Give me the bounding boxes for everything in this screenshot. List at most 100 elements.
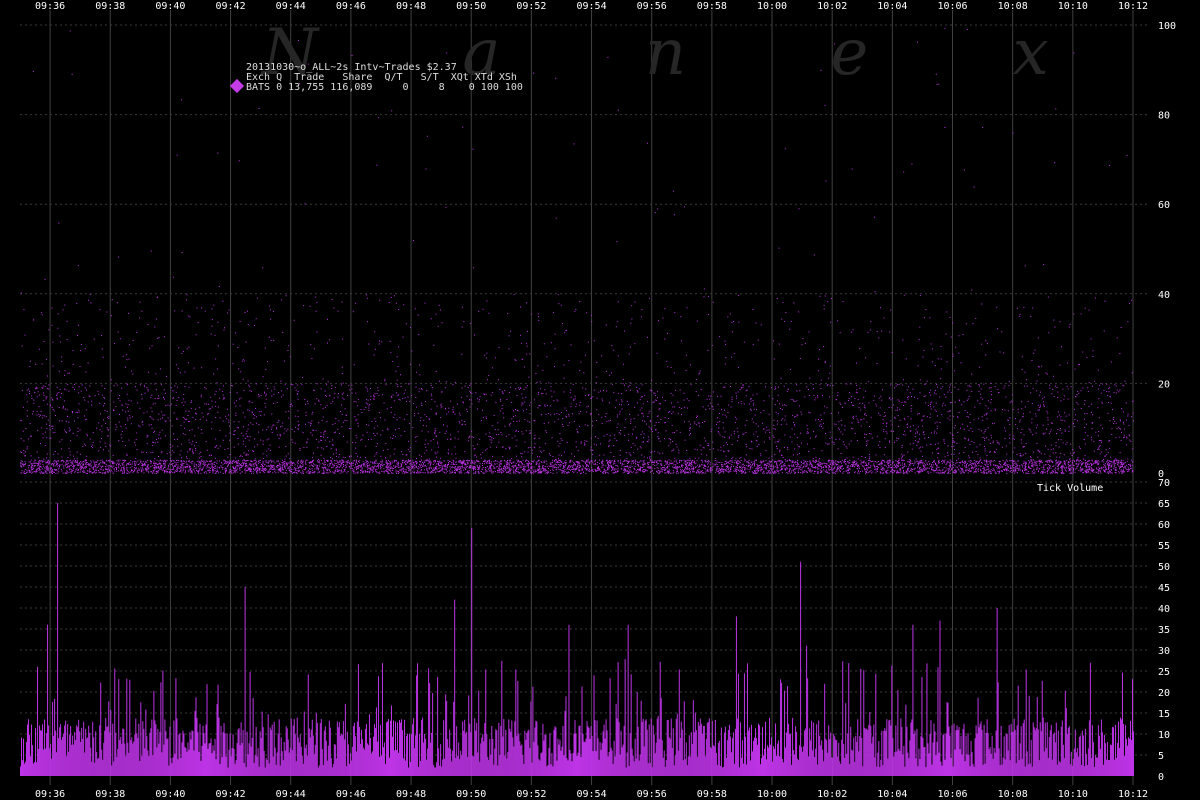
- scatter-point: [1036, 465, 1038, 467]
- scatter-point: [339, 432, 341, 434]
- scatter-point: [765, 450, 767, 452]
- scatter-point: [1075, 414, 1077, 416]
- scatter-point: [745, 395, 747, 397]
- scatter-point: [157, 296, 159, 298]
- scatter-point: [150, 462, 152, 464]
- scatter-point: [493, 466, 495, 468]
- scatter-point: [360, 472, 362, 474]
- scatter-point: [68, 421, 70, 423]
- scatter-point: [430, 462, 432, 464]
- scatter-point: [526, 353, 528, 355]
- scatter-point: [559, 442, 561, 444]
- scatter-point: [258, 431, 260, 433]
- scatter-point: [816, 466, 818, 468]
- scatter-point: [502, 471, 504, 473]
- scatter-point: [136, 331, 138, 333]
- scatter-point: [459, 468, 461, 470]
- scatter-point: [853, 471, 855, 473]
- scatter-point: [990, 383, 992, 385]
- scatter-point: [883, 472, 885, 474]
- scatter-point: [639, 460, 641, 462]
- scatter-point: [169, 459, 171, 461]
- scatter-point: [653, 462, 655, 464]
- scatter-point: [335, 448, 337, 450]
- scatter-point: [975, 317, 977, 319]
- scatter-point: [158, 460, 160, 462]
- scatter-point: [307, 438, 309, 440]
- scatter-point: [342, 392, 344, 394]
- scatter-point: [209, 470, 211, 472]
- scatter-point: [608, 468, 610, 470]
- scatter-point: [186, 463, 188, 465]
- scatter-point: [362, 434, 364, 436]
- scatter-point: [171, 450, 173, 452]
- scatter-point: [736, 472, 738, 474]
- scatter-point: [57, 453, 59, 455]
- scatter-point: [469, 322, 471, 324]
- scatter-point: [529, 413, 531, 415]
- scatter-point: [99, 441, 101, 443]
- scatter-point: [517, 463, 519, 465]
- scatter-point: [903, 404, 905, 406]
- scatter-point: [76, 458, 78, 460]
- scatter-point: [409, 400, 411, 402]
- scatter-point: [20, 460, 22, 462]
- scatter-point: [1130, 440, 1132, 442]
- scatter-point: [605, 324, 607, 326]
- scatter-point: [872, 464, 874, 466]
- scatter-point: [540, 468, 542, 470]
- scatter-point: [486, 300, 488, 302]
- scatter-point: [201, 429, 203, 431]
- scatter-point: [510, 459, 512, 461]
- scatter-point: [1060, 416, 1062, 418]
- scatter-point: [365, 423, 367, 425]
- scatter-point: [639, 388, 641, 390]
- scatter-point: [509, 425, 511, 427]
- scatter-point: [389, 461, 391, 463]
- scatter-point: [691, 468, 693, 470]
- scatter-point: [786, 391, 788, 393]
- scatter-point: [971, 463, 973, 465]
- scatter-point: [110, 469, 112, 471]
- scatter-point: [194, 412, 196, 414]
- scatter-point: [420, 469, 422, 471]
- scatter-point: [946, 311, 948, 313]
- scatter-point: [839, 402, 841, 404]
- scatter-point: [290, 464, 292, 466]
- scatter-point: [885, 431, 887, 433]
- scatter-point: [790, 320, 792, 322]
- scatter-point: [819, 463, 821, 465]
- scatter-point: [923, 434, 925, 436]
- scatter-point: [881, 330, 883, 332]
- scatter-point: [729, 460, 731, 462]
- scatter-point: [924, 437, 926, 439]
- scatter-point: [673, 471, 675, 473]
- scatter-point: [836, 398, 838, 400]
- scatter-point: [1022, 463, 1024, 465]
- scatter-point: [302, 376, 304, 378]
- scatter-point: [406, 466, 408, 468]
- scatter-point: [351, 384, 353, 386]
- scatter-point: [888, 460, 890, 462]
- scatter-point: [753, 402, 755, 404]
- scatter-point: [266, 465, 268, 467]
- scatter-point: [440, 462, 442, 464]
- scatter-point: [522, 459, 524, 461]
- scatter-point: [790, 471, 792, 473]
- scatter-point: [127, 417, 129, 419]
- scatter-point: [320, 435, 322, 437]
- scatter-point: [1033, 469, 1035, 471]
- scatter-point: [984, 450, 986, 452]
- scatter-point: [840, 452, 842, 454]
- scatter-point: [552, 468, 554, 470]
- scatter-point: [635, 437, 637, 439]
- scatter-point: [460, 466, 462, 468]
- scatter-point: [766, 429, 768, 431]
- scatter-point: [437, 461, 439, 463]
- scatter-point: [555, 467, 557, 469]
- scatter-point: [700, 459, 702, 461]
- scatter-point: [851, 465, 853, 467]
- scatter-point: [503, 466, 505, 468]
- scatter-point: [499, 465, 501, 467]
- scatter-point: [121, 437, 123, 439]
